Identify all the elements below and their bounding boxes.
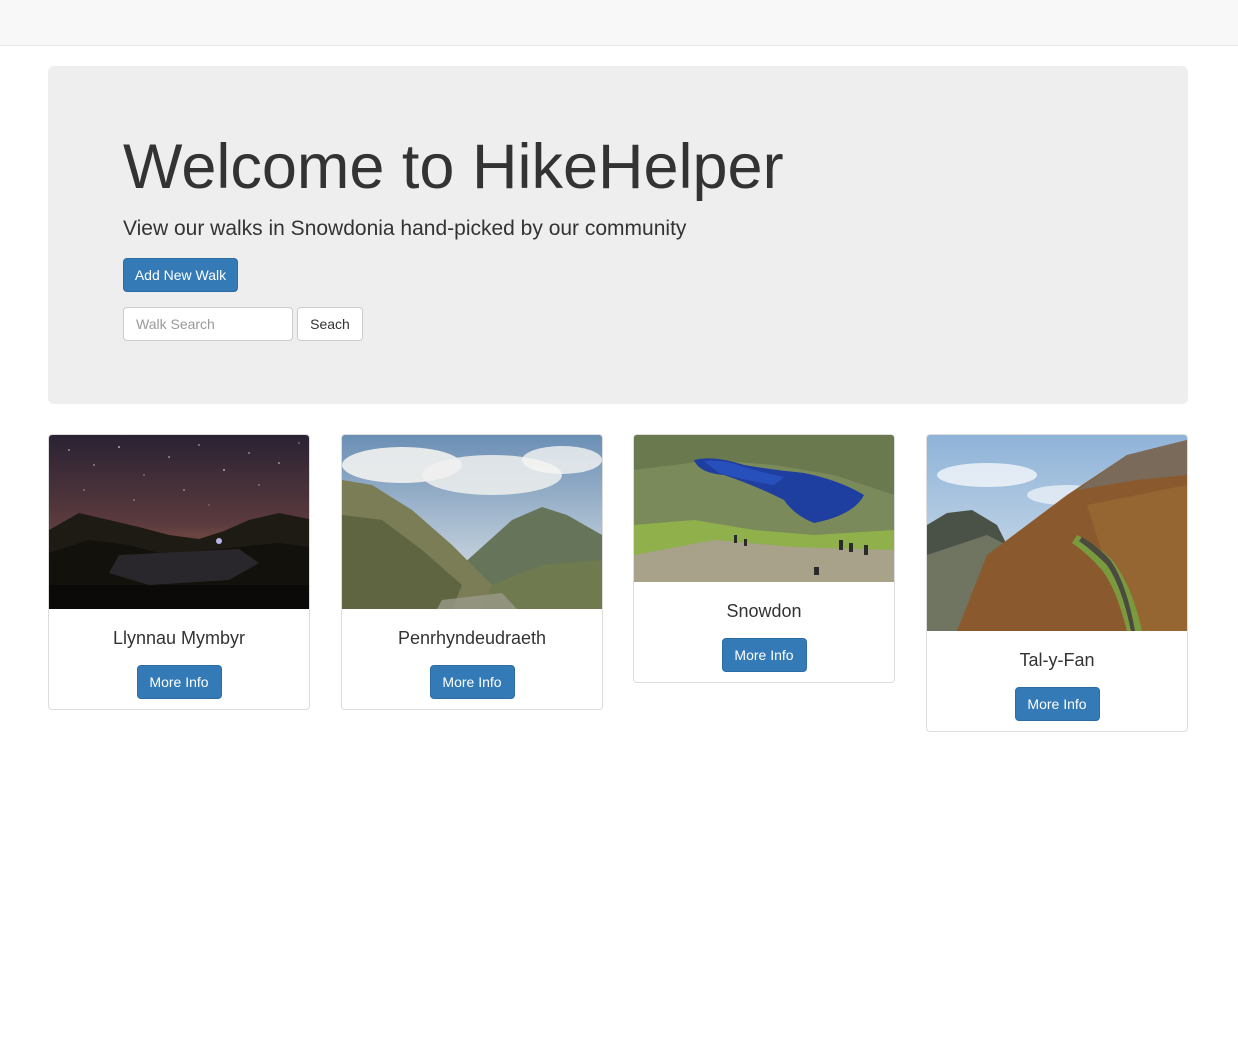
walk-caption: Penrhyndeudraeth More Info [342,609,602,709]
walk-title: Tal-y-Fan [1019,650,1095,670]
walk-card-snowdon: Snowdon More Info [633,434,895,683]
walk-caption: Tal-y-Fan More Info [927,631,1187,731]
search-button[interactable]: Seach [297,307,363,341]
walk-caption: Llynnau Mymbyr More Info [49,609,309,709]
more-info-button[interactable]: More Info [429,665,515,699]
top-navbar [0,0,1238,46]
walk-photo [342,435,602,609]
walk-title: Llynnau Mymbyr [112,628,246,648]
add-new-walk-button[interactable]: Add New Walk [123,258,238,292]
walk-title: Penrhyndeudraeth [397,628,547,648]
page-title: Welcome to HikeHelper [123,132,784,202]
hero-jumbotron: Welcome to HikeHelper View our walks in … [48,66,1188,404]
walk-card-tal-y-fan: Tal-y-Fan More Info [926,434,1188,732]
walk-caption: Snowdon More Info [634,582,894,682]
walk-card-penrhyndeudraeth: Penrhyndeudraeth More Info [341,434,603,710]
more-info-button[interactable]: More Info [1014,687,1100,721]
walk-search-input[interactable] [123,307,293,341]
walk-title: Snowdon [726,601,802,621]
hero-lead: View our walks in Snowdonia hand-picked … [123,217,687,240]
more-info-button[interactable]: More Info [136,665,222,699]
walk-photo [927,435,1187,631]
walk-card-llynnau-mymbyr: Llynnau Mymbyr More Info [48,434,310,710]
walk-photo [634,435,894,582]
more-info-button[interactable]: More Info [721,638,807,672]
walk-photo [49,435,309,609]
